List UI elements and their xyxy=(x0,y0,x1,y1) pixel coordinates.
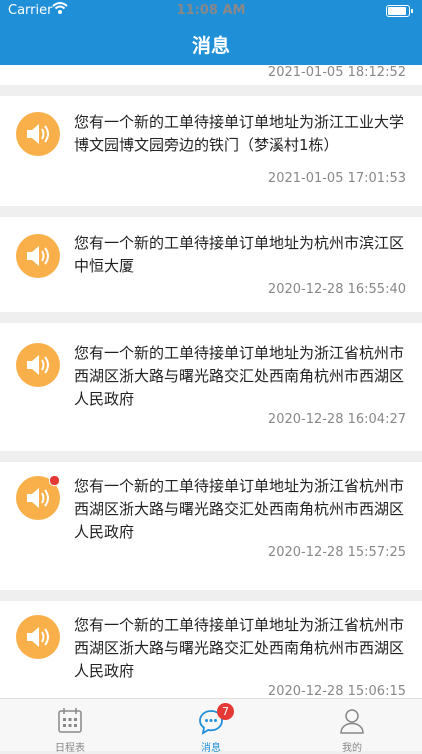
message-time: 2020-12-28 15:06:15 xyxy=(267,684,406,698)
tab-mine[interactable]: 我的 xyxy=(282,699,422,754)
message-text: 您有一个新的工单待接单订单地址为杭州市滨江区中恒大厦 xyxy=(74,234,405,275)
tab-bar: 日程表 7 消息 我的 xyxy=(0,698,422,754)
message-item[interactable]: 您有一个新的工单待接单订单地址为浙江省杭州市西湖区浙大路与曙光路交汇处西南角杭州… xyxy=(0,462,422,590)
message-item[interactable]: 2021-01-05 18:12:52 xyxy=(0,65,422,85)
message-time: 2021-01-05 18:12:52 xyxy=(267,65,406,80)
message-time: 2021-01-05 17:01:53 xyxy=(267,171,406,186)
message-item[interactable]: 您有一个新的工单待接单订单地址为浙江省杭州市西湖区浙大路与曙光路交汇处西南角杭州… xyxy=(0,601,422,698)
speaker-icon xyxy=(16,112,60,156)
battery-icon xyxy=(386,5,413,17)
message-text: 您有一个新的工单待接单订单地址为浙江省杭州市西湖区浙大路与曙光路交汇处西南角杭州… xyxy=(74,616,405,680)
message-text: 您有一个新的工单待接单订单地址为浙江工业大学博文园博文园旁边的铁门（梦溪村1栋） xyxy=(74,113,405,154)
message-time: 2020-12-28 15:57:25 xyxy=(267,545,406,560)
message-text: 您有一个新的工单待接单订单地址为浙江省杭州市西湖区浙大路与曙光路交汇处西南角杭州… xyxy=(74,344,405,408)
message-time: 2020-12-28 16:04:27 xyxy=(267,412,406,427)
tab-schedule[interactable]: 日程表 xyxy=(0,699,140,754)
message-text: 您有一个新的工单待接单订单地址为浙江省杭州市西湖区浙大路与曙光路交汇处西南角杭州… xyxy=(74,477,405,541)
speaker-icon xyxy=(16,615,60,659)
tab-messages-label: 消息 xyxy=(201,743,221,754)
speaker-icon xyxy=(16,234,60,278)
message-list[interactable]: 2021-01-05 18:12:52 您有一个新的工单待接单订单地址为浙江工业… xyxy=(0,65,422,698)
page-title: 消息 xyxy=(191,35,230,57)
status-time: 11:08 AM xyxy=(176,3,246,18)
messages-badge: 7 xyxy=(217,703,234,720)
tab-mine-label: 我的 xyxy=(342,743,362,754)
status-bar: Carrier 11:08 AM xyxy=(0,0,422,22)
unread-dot xyxy=(49,475,60,486)
header: Carrier 11:08 AM 消息 xyxy=(0,0,422,65)
message-time: 2020-12-28 16:55:40 xyxy=(267,282,406,297)
calendar-icon xyxy=(58,708,82,733)
tab-messages[interactable]: 7 消息 xyxy=(141,699,281,754)
tab-schedule-label: 日程表 xyxy=(55,743,85,754)
user-icon xyxy=(340,709,364,734)
message-item[interactable]: 您有一个新的工单待接单订单地址为浙江工业大学博文园博文园旁边的铁门（梦溪村1栋）… xyxy=(0,96,422,206)
message-item[interactable]: 您有一个新的工单待接单订单地址为浙江省杭州市西湖区浙大路与曙光路交汇处西南角杭州… xyxy=(0,323,422,451)
speaker-icon xyxy=(16,343,60,387)
message-item[interactable]: 您有一个新的工单待接单订单地址为杭州市滨江区中恒大厦 2020-12-28 16… xyxy=(0,217,422,312)
